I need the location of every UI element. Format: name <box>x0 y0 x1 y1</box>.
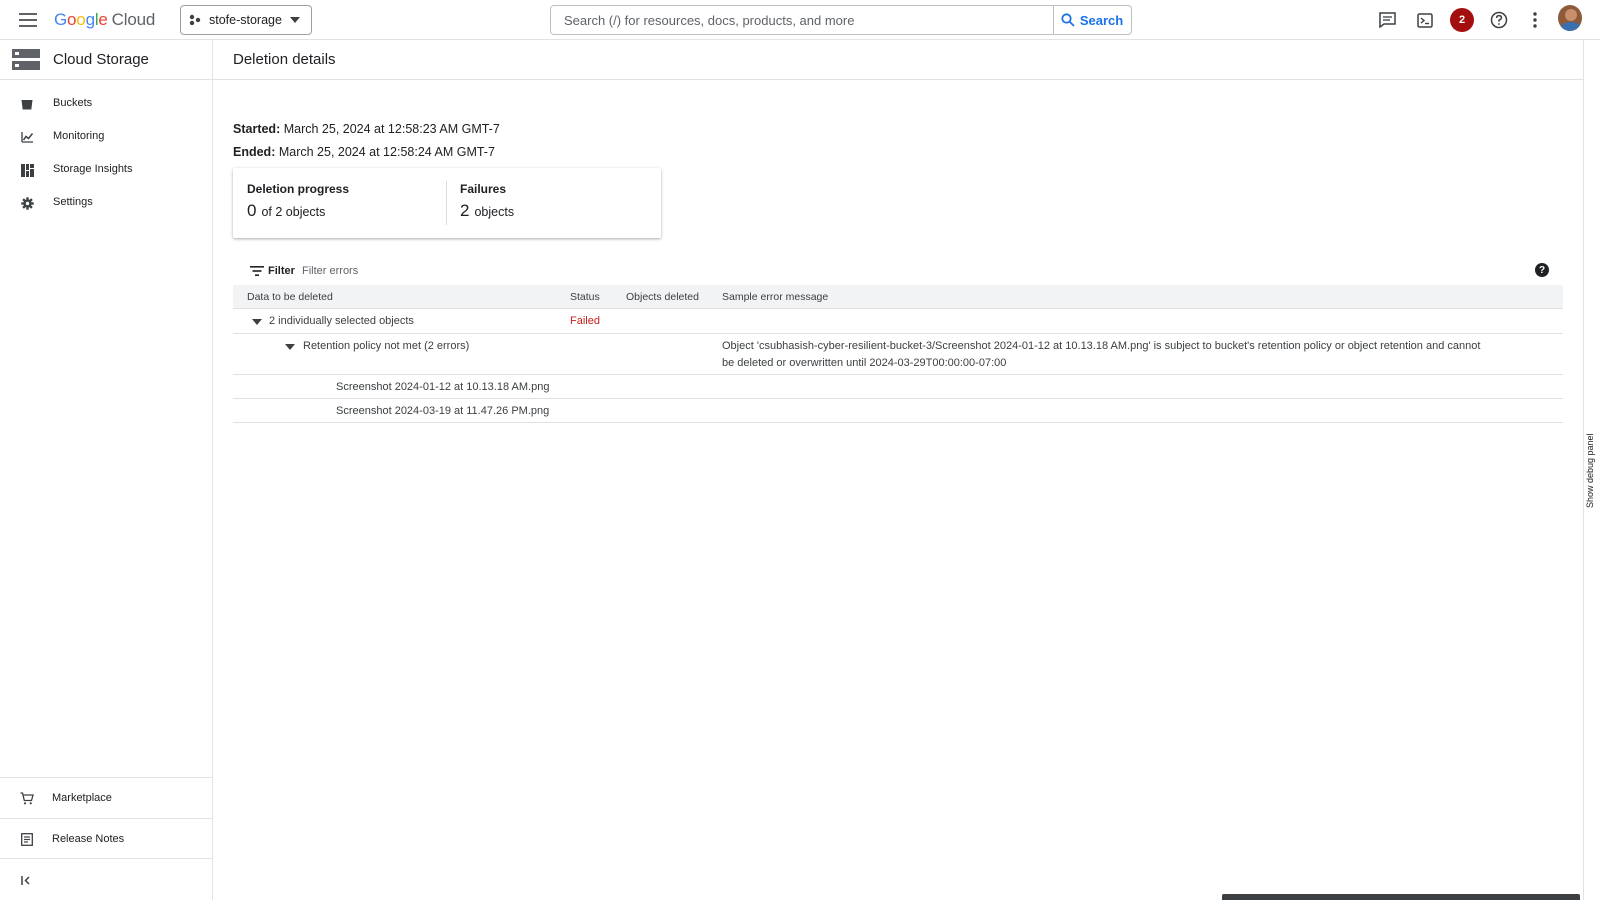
sidebar-item-marketplace[interactable]: Marketplace <box>0 777 212 817</box>
project-icon <box>189 14 201 26</box>
sidebar-item-label: Storage Insights <box>53 163 133 175</box>
search-field[interactable] <box>550 5 1054 35</box>
more-vert-icon[interactable] <box>1523 8 1547 32</box>
error-group-label: Retention policy not met (2 errors) <box>303 340 470 352</box>
logo-cloud-text: Cloud <box>111 10 156 29</box>
status-badge: Failed <box>570 315 600 327</box>
sidebar-item-label: Release Notes <box>52 833 125 845</box>
sidebar: Cloud Storage Buckets Monitoring Storage… <box>0 40 213 900</box>
notification-count: 2 <box>1450 8 1474 32</box>
failures-title: Failures <box>460 182 507 196</box>
column-header-objects-deleted[interactable]: Objects deleted <box>626 291 699 303</box>
project-name: stofe-storage <box>209 13 282 27</box>
cart-icon <box>19 790 35 806</box>
page-header: Deletion details <box>213 40 1583 80</box>
gear-icon <box>19 195 35 211</box>
filter-errors-input[interactable] <box>302 261 602 281</box>
started-label: Started: <box>233 122 281 136</box>
insights-icon <box>19 162 35 178</box>
ended-label: Ended: <box>233 145 276 159</box>
hamburger-menu-icon[interactable] <box>16 8 40 32</box>
search-input[interactable] <box>564 12 1040 28</box>
file-name: Screenshot 2024-01-12 at 10.13.18 AM.png <box>336 381 550 393</box>
account-avatar[interactable] <box>1558 5 1582 31</box>
deletion-progress-metric: Deletion progress 0 of 2 objects <box>247 182 349 221</box>
notifications-badge[interactable]: 2 <box>1450 8 1474 32</box>
feedback-icon[interactable] <box>1375 8 1399 32</box>
bucket-icon <box>19 96 35 112</box>
failures-unit: objects <box>474 205 515 219</box>
progress-title: Deletion progress <box>247 182 350 196</box>
sidebar-item-label: Monitoring <box>53 130 105 142</box>
help-circle-icon[interactable] <box>1487 8 1511 32</box>
table-help-icon[interactable]: ? <box>1535 263 1549 277</box>
product-header: Cloud Storage <box>0 40 212 80</box>
page-title: Deletion details <box>233 51 336 68</box>
cloud-shell-icon[interactable] <box>1413 8 1437 32</box>
sidebar-item-monitoring[interactable]: Monitoring <box>0 121 212 153</box>
sidebar-item-storage-insights[interactable]: Storage Insights <box>0 154 212 186</box>
sidebar-item-buckets[interactable]: Buckets <box>0 88 212 120</box>
table-header: Data to be deleted Status Objects delete… <box>233 285 1563 309</box>
filter-label[interactable]: Filter <box>268 265 295 277</box>
search-icon <box>1061 13 1075 27</box>
progress-unit: of 2 objects <box>261 205 326 219</box>
started-value: March 25, 2024 at 12:58:23 AM GMT-7 <box>280 122 500 136</box>
table-row-group[interactable]: 2 individually selected objects Failed <box>233 309 1563 334</box>
expand-caret-icon[interactable] <box>252 319 262 325</box>
show-debug-panel-label[interactable]: Show debug panel <box>1585 433 1595 508</box>
sidebar-item-label: Marketplace <box>52 792 112 804</box>
bottom-scrollbar[interactable] <box>1222 894 1580 900</box>
ended-value: March 25, 2024 at 12:58:24 AM GMT-7 <box>275 145 495 159</box>
product-title: Cloud Storage <box>53 51 149 68</box>
sidebar-item-label: Settings <box>53 196 93 208</box>
metric-divider <box>446 181 447 225</box>
storage-icon <box>12 49 40 70</box>
chart-icon <box>19 129 35 145</box>
sidebar-item-settings[interactable]: Settings <box>0 187 212 219</box>
table-row: Screenshot 2024-01-12 at 10.13.18 AM.png <box>233 375 1563 399</box>
summary-card: Deletion progress 0 of 2 objects Failure… <box>233 168 661 238</box>
sidebar-item-label: Buckets <box>53 97 93 109</box>
top-bar: GoogleCloud stofe-storage Search 2 <box>0 0 1600 40</box>
file-name: Screenshot 2024-03-19 at 11.47.26 PM.png <box>336 405 550 417</box>
column-header-status[interactable]: Status <box>570 291 600 303</box>
ended-time: Ended: March 25, 2024 at 12:58:24 AM GMT… <box>233 145 495 159</box>
failures-value: 2 <box>460 201 470 220</box>
progress-value: 0 <box>247 201 257 220</box>
avatar-image <box>1558 5 1582 31</box>
project-picker[interactable]: stofe-storage <box>180 5 312 35</box>
failures-metric: Failures 2 objects <box>460 182 514 221</box>
expand-caret-icon[interactable] <box>285 344 295 350</box>
group-label: 2 individually selected objects <box>269 315 414 327</box>
started-time: Started: March 25, 2024 at 12:58:23 AM G… <box>233 122 500 136</box>
notes-icon <box>19 831 35 847</box>
google-cloud-logo[interactable]: Google Cloud <box>54 10 155 30</box>
column-header-data[interactable]: Data to be deleted <box>247 291 333 303</box>
table-row: Screenshot 2024-03-19 at 11.47.26 PM.png <box>233 399 1563 423</box>
search-button-label: Search <box>1079 12 1124 28</box>
sample-error-message: Object 'csubhasish-cyber-resilient-bucke… <box>722 340 1481 369</box>
filter-bar: Filter ? <box>233 258 1563 286</box>
table-row-error-group[interactable]: Retention policy not met (2 errors) Obje… <box>233 334 1563 375</box>
chevron-down-icon <box>289 17 300 23</box>
search-button[interactable]: Search <box>1053 5 1132 35</box>
filter-icon[interactable] <box>250 265 264 277</box>
sidebar-item-release-notes[interactable]: Release Notes <box>0 818 212 858</box>
column-header-error-message[interactable]: Sample error message <box>722 291 828 303</box>
logo-google-text: Google <box>54 10 108 29</box>
collapse-sidebar-icon[interactable] <box>18 872 34 888</box>
